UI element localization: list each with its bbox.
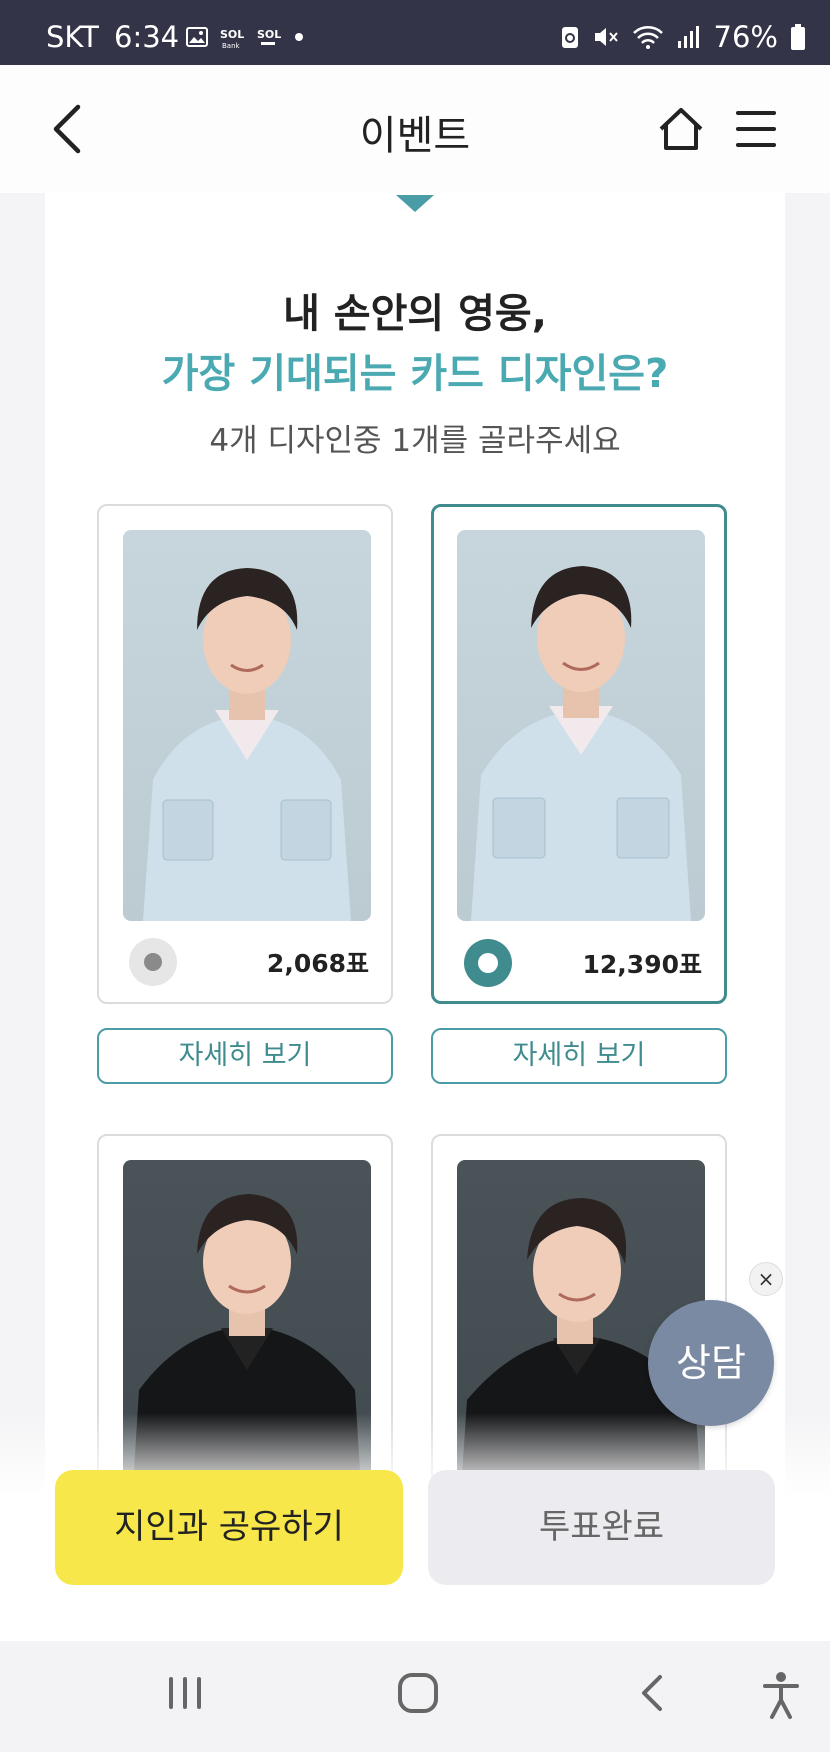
- more-notifications-dot-icon: [295, 33, 303, 41]
- app-header: 이벤트: [0, 65, 830, 194]
- person-portrait-image: [471, 566, 691, 921]
- vote-count-2: 12,390표: [582, 950, 702, 979]
- system-navigation-bar: [0, 1641, 830, 1752]
- notification-icons: SOL Bank SOL: [186, 22, 306, 52]
- card-design-image-2: [457, 530, 705, 921]
- securities-app-notification-icon: SOL: [257, 28, 281, 45]
- vote-complete-button[interactable]: 투표완료: [428, 1470, 775, 1585]
- section-pointer: [396, 195, 434, 212]
- person-portrait-image: [143, 568, 351, 921]
- hero-title-line2: 가장 기대되는 카드 디자인은?: [161, 351, 669, 397]
- system-status-icons: 76%: [560, 20, 806, 54]
- battery-percentage: 76%: [713, 20, 778, 54]
- recent-apps-icon[interactable]: [166, 1671, 204, 1715]
- wifi-icon: [632, 26, 663, 49]
- page-title: 이벤트: [359, 113, 471, 159]
- system-back-icon[interactable]: [636, 1671, 668, 1715]
- hero-subtitle: 4개 디자인중 1개를 골라주세요: [209, 423, 621, 459]
- svg-text:Bank: Bank: [222, 42, 241, 50]
- view-detail-button-1[interactable]: 자세히 보기: [97, 1028, 393, 1084]
- design-card-1[interactable]: 2,068표: [97, 504, 393, 1004]
- bank-app-notification-icon: SOLBank: [220, 28, 244, 50]
- accessibility-icon[interactable]: [762, 1671, 800, 1719]
- close-chat-icon[interactable]: ×: [749, 1262, 783, 1296]
- home-circle-icon[interactable]: [396, 1671, 440, 1715]
- home-icon[interactable]: [657, 105, 705, 153]
- recycle-icon: [561, 27, 578, 48]
- carrier-label: SKT: [46, 20, 99, 54]
- view-detail-button-2[interactable]: 자세히 보기: [431, 1028, 727, 1084]
- battery-icon: [791, 24, 805, 50]
- consult-chat-button[interactable]: 상담: [648, 1300, 774, 1426]
- svg-text:SOL: SOL: [220, 28, 244, 41]
- card-design-image-1: [123, 530, 371, 921]
- design-card-2[interactable]: 12,390표: [431, 504, 727, 1004]
- status-bar: SKT 6:34 SOL Bank SOL 76%: [0, 0, 830, 65]
- vote-radio-2[interactable]: [464, 939, 512, 987]
- svg-text:SOL: SOL: [257, 28, 281, 41]
- status-time: 6:34: [114, 20, 180, 54]
- share-with-friends-button[interactable]: 지인과 공유하기: [55, 1470, 403, 1585]
- mute-icon: [594, 28, 618, 46]
- hamburger-menu-icon[interactable]: [734, 107, 778, 151]
- hero-title-line1: 내 손안의 영웅,: [283, 291, 547, 337]
- gallery-notification-icon: [186, 27, 208, 47]
- vote-radio-1[interactable]: [129, 938, 177, 986]
- vote-count-1: 2,068표: [266, 949, 369, 978]
- signal-icon: [677, 26, 699, 48]
